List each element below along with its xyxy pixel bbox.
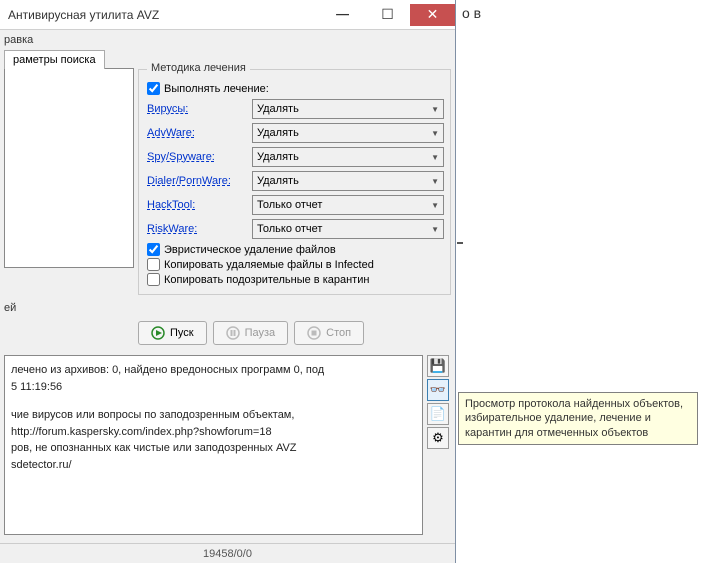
app-window: Антивирусная утилита AVZ ─ ☐ ✕ равка рам…: [0, 0, 456, 563]
log-line: чие вирусов или вопросы по заподозренным…: [11, 407, 416, 424]
do-treat-label: Выполнять лечение:: [164, 83, 269, 95]
category-viruses[interactable]: Вирусы:: [147, 103, 252, 115]
chevron-down-icon: ▼: [431, 129, 439, 138]
combo-value: Только отчет: [257, 223, 322, 235]
button-label: Стоп: [326, 327, 351, 339]
log-line: 5 11:19:56: [11, 379, 416, 396]
combo-riskware[interactable]: Только отчет ▼: [252, 219, 444, 239]
tooltip: Просмотр протокола найденных объектов, и…: [458, 392, 698, 445]
copy-infected-checkbox[interactable]: [147, 258, 160, 271]
pause-icon: [226, 326, 240, 340]
menu-item[interactable]: равка: [0, 30, 455, 50]
status-text: 19458/0/0: [203, 548, 252, 560]
pause-button[interactable]: Пауза: [213, 321, 289, 345]
chevron-down-icon: ▼: [431, 105, 439, 114]
treatment-groupbox: Методика лечения Выполнять лечение: Виру…: [138, 69, 451, 295]
heuristic-delete-checkbox[interactable]: [147, 243, 160, 256]
play-icon: [151, 326, 165, 340]
settings-button[interactable]: ⚙: [427, 427, 449, 449]
titlebar: Антивирусная утилита AVZ ─ ☐ ✕: [0, 0, 455, 30]
button-label: Пауза: [245, 327, 276, 339]
category-spyware[interactable]: Spy/Spyware:: [147, 151, 252, 163]
category-advware[interactable]: AdvWare:: [147, 127, 252, 139]
document-icon: 📄: [430, 406, 446, 422]
combo-advware[interactable]: Удалять ▼: [252, 123, 444, 143]
button-label: Пуск: [170, 327, 194, 339]
combo-spyware[interactable]: Удалять ▼: [252, 147, 444, 167]
log-line: http://forum.kaspersky.com/index.php?sho…: [11, 424, 416, 441]
do-treat-checkbox[interactable]: [147, 82, 160, 95]
tab-search-params[interactable]: раметры поиска: [4, 50, 105, 69]
category-riskware[interactable]: RiskWare:: [147, 223, 252, 235]
log-line: лечено из архивов: 0, найдено вредоносны…: [11, 362, 416, 379]
copy-infected-label: Копировать удаляемые файлы в Infected: [164, 259, 374, 271]
glasses-icon: 👓: [430, 382, 446, 398]
status-bar: 19458/0/0: [0, 543, 455, 563]
heuristic-delete-label: Эвристическое удаление файлов: [164, 244, 336, 256]
view-protocol-button[interactable]: 👓: [427, 379, 449, 401]
background-text-fragment: о в: [462, 5, 481, 21]
combo-viruses[interactable]: Удалять ▼: [252, 99, 444, 119]
chevron-down-icon: ▼: [431, 225, 439, 234]
divider-mark: [457, 242, 463, 244]
gear-icon: ⚙: [432, 430, 444, 446]
window-title: Антивирусная утилита AVZ: [0, 8, 320, 22]
floppy-icon: 💾: [430, 358, 446, 374]
combo-value: Удалять: [257, 127, 299, 139]
combo-value: Удалять: [257, 175, 299, 187]
left-cut-text: ей: [4, 301, 451, 315]
category-dialer[interactable]: Dialer/PornWare:: [147, 175, 252, 187]
chevron-down-icon: ▼: [431, 177, 439, 186]
combo-value: Удалять: [257, 151, 299, 163]
minimize-button[interactable]: ─: [320, 4, 365, 26]
category-hacktool[interactable]: HackTool:: [147, 199, 252, 211]
groupbox-title: Методика лечения: [147, 62, 250, 74]
copy-quarantine-checkbox[interactable]: [147, 273, 160, 286]
document-button[interactable]: 📄: [427, 403, 449, 425]
combo-value: Только отчет: [257, 199, 322, 211]
save-log-button[interactable]: 💾: [427, 355, 449, 377]
start-button[interactable]: Пуск: [138, 321, 207, 345]
left-list-box[interactable]: [4, 68, 134, 268]
log-line: sdetector.ru/: [11, 457, 416, 474]
combo-value: Удалять: [257, 103, 299, 115]
log-textarea[interactable]: лечено из архивов: 0, найдено вредоносны…: [4, 355, 423, 535]
combo-hacktool[interactable]: Только отчет ▼: [252, 195, 444, 215]
stop-button[interactable]: Стоп: [294, 321, 364, 345]
chevron-down-icon: ▼: [431, 201, 439, 210]
log-line: ров, не опознанных как чистые или заподо…: [11, 440, 416, 457]
chevron-down-icon: ▼: [431, 153, 439, 162]
copy-quarantine-label: Копировать подозрительные в карантин: [164, 274, 369, 286]
combo-dialer[interactable]: Удалять ▼: [252, 171, 444, 191]
maximize-button[interactable]: ☐: [365, 4, 410, 26]
stop-icon: [307, 326, 321, 340]
close-button[interactable]: ✕: [410, 4, 455, 26]
